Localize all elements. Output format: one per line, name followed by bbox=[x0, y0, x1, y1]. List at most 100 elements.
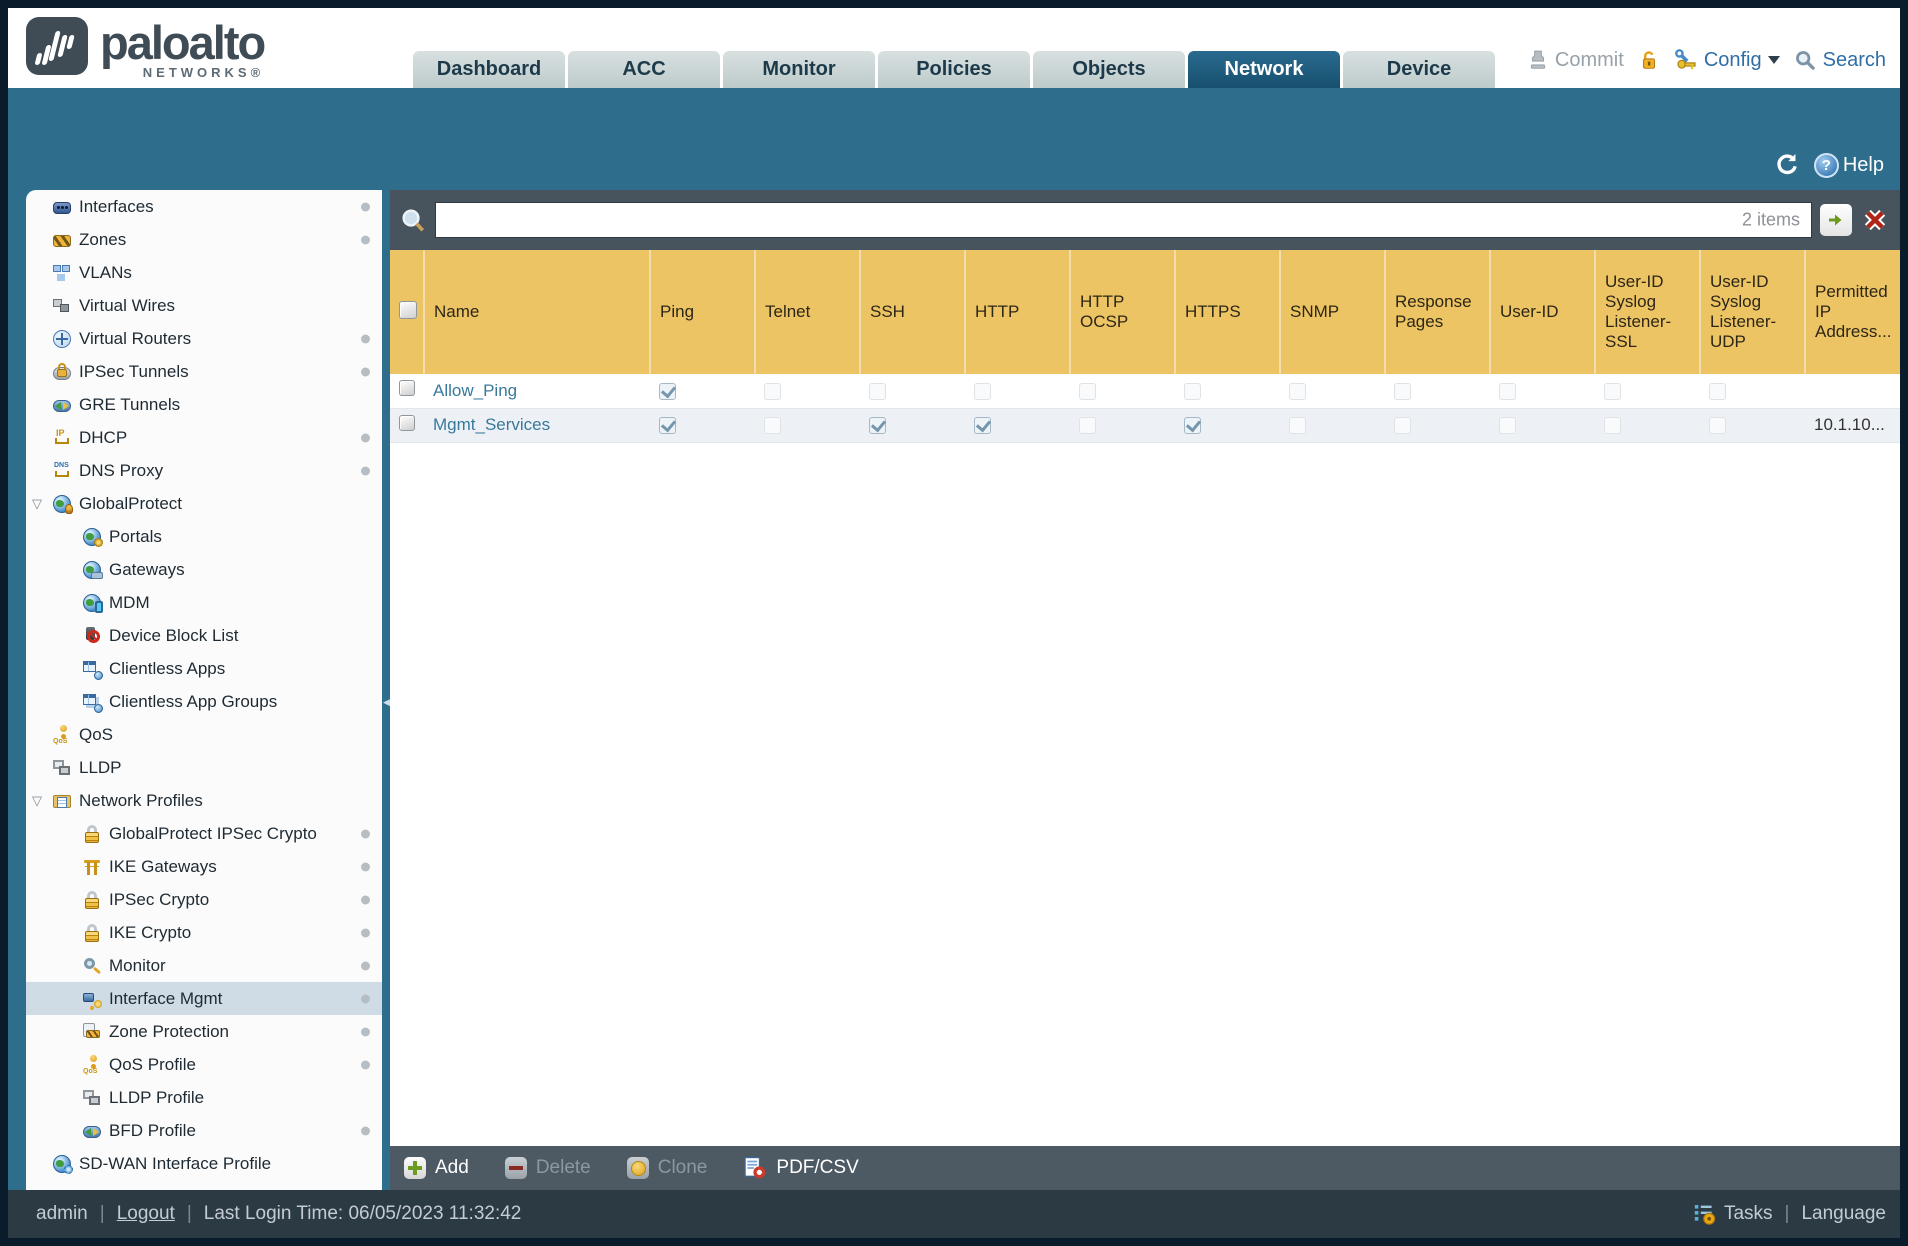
filter-input[interactable] bbox=[435, 202, 1812, 238]
sidebar-item-gateways[interactable]: Gateways bbox=[26, 553, 382, 586]
sidebar-item-mdm[interactable]: MDM bbox=[26, 586, 382, 619]
sidebar-item-label: GRE Tunnels bbox=[79, 394, 181, 414]
delete-button[interactable]: Delete bbox=[504, 1157, 591, 1179]
paloalto-logo-icon bbox=[26, 17, 88, 75]
sidebar-item-ipsec-crypto[interactable]: IPSec Crypto bbox=[26, 883, 382, 916]
col-header-https[interactable]: HTTPS bbox=[1175, 250, 1281, 374]
sidebar-item-clientless-apps[interactable]: Clientless Apps bbox=[26, 652, 382, 685]
sidebar-item-ike-crypto[interactable]: IKE Crypto bbox=[26, 916, 382, 949]
ike-gateways-icon bbox=[83, 858, 101, 876]
sidebar-item-bfd-profile[interactable]: BFD Profile bbox=[26, 1114, 382, 1147]
sidebar-item-network-profiles[interactable]: ▽ Network Profiles bbox=[26, 784, 382, 817]
sidebar-item-portals[interactable]: Portals bbox=[26, 520, 382, 553]
tab-policies[interactable]: Policies bbox=[878, 51, 1030, 88]
sidebar-item-dns-proxy[interactable]: DNS Proxy bbox=[26, 454, 382, 487]
col-header-user-id[interactable]: User-ID bbox=[1490, 250, 1596, 374]
tab-monitor[interactable]: Monitor bbox=[723, 51, 875, 88]
config-menu-button[interactable]: Config bbox=[1674, 48, 1780, 72]
sidebar-item-label: IPSec Crypto bbox=[109, 889, 210, 909]
help-button[interactable]: ? Help bbox=[1813, 152, 1884, 178]
unlock-icon[interactable] bbox=[1638, 49, 1660, 71]
sidebar-item-interface-mgmt[interactable]: Interface Mgmt bbox=[26, 982, 382, 1015]
sidebar-item-globalprotect-ipsec-crypto[interactable]: GlobalProtect IPSec Crypto bbox=[26, 817, 382, 850]
col-header-http[interactable]: HTTP bbox=[965, 250, 1071, 374]
sidebar-item-vlans[interactable]: VLANs bbox=[26, 256, 382, 289]
clear-filter-button[interactable] bbox=[1860, 205, 1890, 235]
content-panel: 2 items Name Ping Telnet SSH HTTP HTTP OCSP HT… bbox=[390, 190, 1900, 1190]
lldp-profile-icon bbox=[83, 1089, 101, 1107]
sidebar-item-dhcp[interactable]: DHCP bbox=[26, 421, 382, 454]
row-select-checkbox[interactable] bbox=[399, 380, 415, 397]
sidebar-item-label: GlobalProtect IPSec Crypto bbox=[109, 823, 317, 843]
brand-name: paloalto bbox=[100, 16, 266, 69]
overflow-dot-icon bbox=[361, 367, 370, 376]
delete-icon bbox=[504, 1157, 527, 1179]
select-all-header[interactable] bbox=[390, 250, 425, 374]
expand-caret-icon[interactable]: ▽ bbox=[32, 496, 42, 512]
pdf-csv-button[interactable]: PDF/CSV bbox=[743, 1156, 859, 1180]
mdm-icon bbox=[83, 593, 103, 613]
col-header-ping[interactable]: Ping bbox=[650, 250, 756, 374]
sidebar-item-monitor[interactable]: Monitor bbox=[26, 949, 382, 982]
interfaces-icon bbox=[53, 202, 71, 214]
profiles-table-area: Name Ping Telnet SSH HTTP HTTP OCSP HTTPS SNMP R… bbox=[390, 250, 1900, 1146]
refresh-icon[interactable] bbox=[1774, 152, 1800, 178]
sidebar-item-clientless-app-groups[interactable]: Clientless App Groups bbox=[26, 685, 382, 718]
sidebar-item-zones[interactable]: Zones bbox=[26, 223, 382, 256]
tab-network[interactable]: Network bbox=[1188, 51, 1340, 88]
sidebar-item-virtual-routers[interactable]: Virtual Routers bbox=[26, 322, 382, 355]
apply-filter-button[interactable] bbox=[1820, 204, 1852, 236]
clone-button[interactable]: Clone bbox=[626, 1157, 707, 1179]
paloalto-logo: paloalto NETWORKS® bbox=[26, 16, 266, 80]
table-row: Allow_Ping bbox=[390, 374, 1900, 409]
add-button[interactable]: Add bbox=[404, 1157, 469, 1179]
global-search-button[interactable]: Search bbox=[1794, 49, 1886, 72]
tab-device[interactable]: Device bbox=[1343, 51, 1495, 88]
col-header-name[interactable]: Name bbox=[424, 250, 651, 374]
col-header-snmp[interactable]: SNMP bbox=[1280, 250, 1386, 374]
overflow-dot-icon bbox=[361, 829, 370, 838]
ping-check-indicator bbox=[659, 417, 676, 435]
portals-icon bbox=[83, 527, 103, 547]
col-header-user-id-syslog-listener-udp[interactable]: User-ID Syslog Listener-UDP bbox=[1700, 250, 1806, 374]
col-header-response-pages[interactable]: Response Pages bbox=[1385, 250, 1491, 374]
tasks-button[interactable]: Tasks bbox=[1693, 1202, 1773, 1226]
tab-dashboard[interactable]: Dashboard bbox=[413, 51, 565, 88]
sidebar-item-lldp[interactable]: LLDP bbox=[26, 751, 382, 784]
select-all-checkbox[interactable] bbox=[399, 300, 417, 319]
sidebar-item-qos[interactable]: QoS bbox=[26, 718, 382, 751]
profile-name-link[interactable]: Allow_Ping bbox=[433, 381, 517, 400]
sidebar-item-globalprotect[interactable]: ▽ GlobalProtect bbox=[26, 487, 382, 520]
https-check-indicator bbox=[1184, 417, 1201, 435]
col-header-telnet[interactable]: Telnet bbox=[755, 250, 861, 374]
sidebar-item-lldp-profile[interactable]: LLDP Profile bbox=[26, 1081, 382, 1114]
primary-nav-tabs: Dashboard ACC Monitor Policies Objects Networ… bbox=[413, 51, 1495, 88]
sidebar-item-zone-protection[interactable]: Zone Protection bbox=[26, 1015, 382, 1048]
sidebar-item-label: DNS Proxy bbox=[79, 460, 164, 480]
col-header-ssh[interactable]: SSH bbox=[860, 250, 966, 374]
sidebar-item-ipsec-tunnels[interactable]: IPSec Tunnels bbox=[26, 355, 382, 388]
sidebar-item-virtual-wires[interactable]: Virtual Wires bbox=[26, 289, 382, 322]
sidebar-item-interfaces[interactable]: Interfaces bbox=[26, 190, 382, 223]
tab-objects[interactable]: Objects bbox=[1033, 51, 1185, 88]
commit-button[interactable]: Commit bbox=[1527, 49, 1624, 72]
logout-link[interactable]: Logout bbox=[117, 1203, 175, 1225]
sidebar-item-gre-tunnels[interactable]: GRE Tunnels bbox=[26, 388, 382, 421]
user_id_syslog_listener_udp-check-indicator bbox=[1709, 382, 1726, 400]
col-header-permitted-ip-address[interactable]: Permitted IP Address... bbox=[1805, 250, 1900, 374]
sidebar-collapse-handle[interactable]: ◀ bbox=[382, 688, 391, 716]
sidebar-item-ike-gateways[interactable]: IKE Gateways bbox=[26, 850, 382, 883]
sidebar-item-sd-wan-interface-profile[interactable]: SD-WAN Interface Profile bbox=[26, 1147, 382, 1180]
sidebar-item-qos-profile[interactable]: QoS Profile bbox=[26, 1048, 382, 1081]
col-header-user-id-syslog-listener-ssl[interactable]: User-ID Syslog Listener-SSL bbox=[1595, 250, 1701, 374]
sidebar-item-device-block-list[interactable]: Device Block List bbox=[26, 619, 382, 652]
tab-acc[interactable]: ACC bbox=[568, 51, 720, 88]
col-header-http-ocsp[interactable]: HTTP OCSP bbox=[1070, 250, 1176, 374]
profile-name-link[interactable]: Mgmt_Services bbox=[433, 415, 550, 434]
expand-caret-icon[interactable]: ▽ bbox=[32, 793, 42, 809]
qos-icon bbox=[53, 724, 71, 745]
row-select-checkbox[interactable] bbox=[399, 414, 415, 431]
sidebar-item-label: Clientless Apps bbox=[109, 658, 226, 678]
sidebar-item-label: Zone Protection bbox=[109, 1021, 230, 1041]
language-button[interactable]: Language bbox=[1801, 1203, 1886, 1225]
